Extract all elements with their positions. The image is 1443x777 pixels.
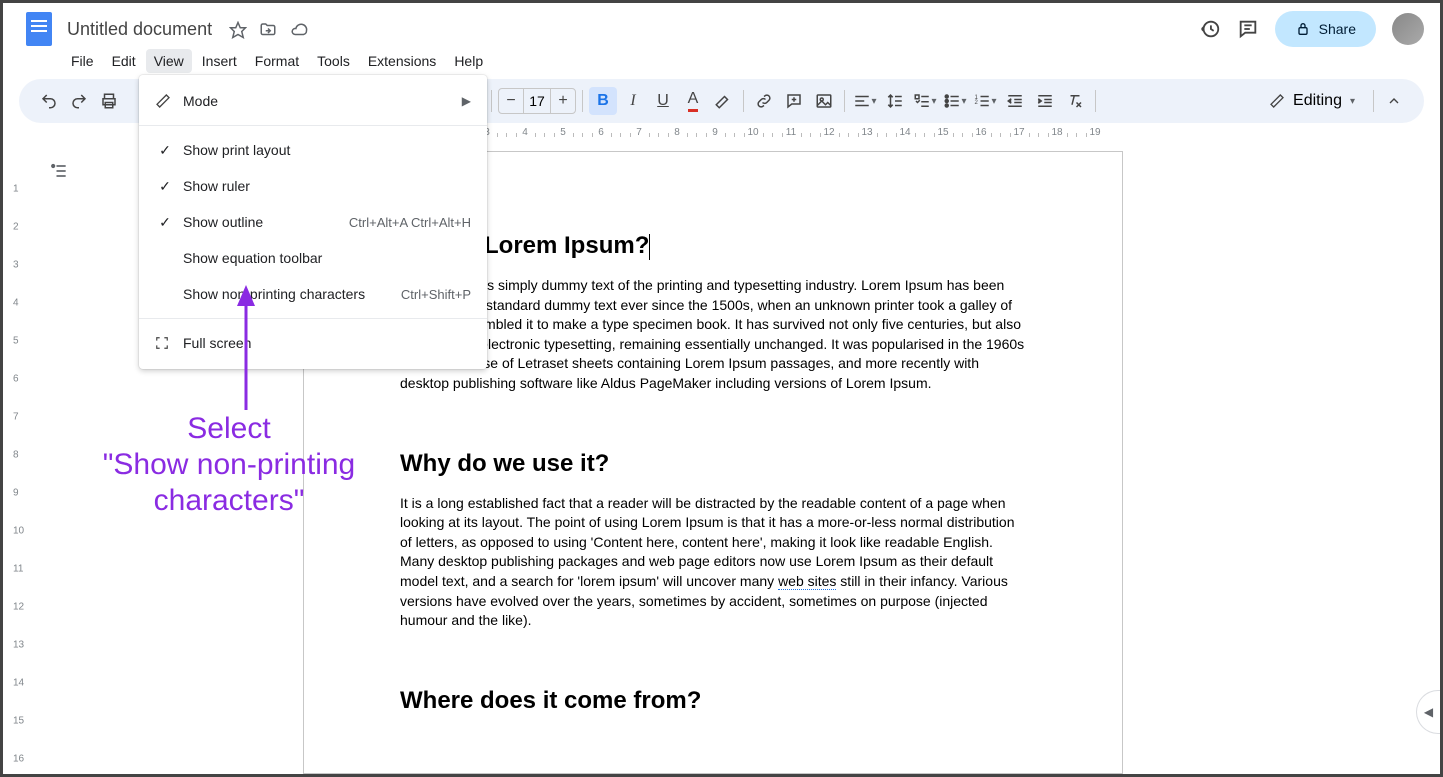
check-icon: ✓ (155, 178, 175, 195)
chevron-right-icon: ▶ (462, 94, 471, 108)
menu-insert[interactable]: Insert (194, 49, 245, 73)
menu-item-full-screen[interactable]: Full screen (139, 325, 487, 361)
menu-item-show-ruler[interactable]: ✓ Show ruler (139, 168, 487, 204)
menu-edit[interactable]: Edit (104, 49, 144, 73)
underline-button[interactable]: U (649, 87, 677, 115)
chevron-down-icon: ▾ (1350, 96, 1355, 107)
bulleted-list-button[interactable]: ▾ (941, 87, 969, 115)
docs-logo[interactable] (19, 9, 59, 49)
menu-item-show-non-printing-characters[interactable]: Show non-printing characters Ctrl+Shift+… (139, 276, 487, 312)
font-size-value[interactable]: 17 (523, 89, 551, 113)
insert-image-button[interactable] (810, 87, 838, 115)
menu-separator (139, 318, 487, 319)
side-panel-toggle[interactable]: ◀ (1416, 690, 1440, 734)
check-icon: ✓ (155, 214, 175, 231)
heading-why: Why do we use it? (400, 450, 1026, 478)
fullscreen-icon (155, 336, 175, 350)
heading-where: Where does it come from? (400, 687, 1026, 715)
menu-item-show-print-layout[interactable]: ✓ Show print layout (139, 132, 487, 168)
bold-button[interactable]: B (589, 87, 617, 115)
insert-link-button[interactable] (750, 87, 778, 115)
undo-button[interactable] (35, 87, 63, 115)
menu-item-show-outline[interactable]: ✓ Show outline Ctrl+Alt+A Ctrl+Alt+H (139, 204, 487, 240)
menu-item-show-equation-toolbar[interactable]: Show equation toolbar (139, 240, 487, 276)
vertical-ruler[interactable]: 12345678910111213141516 (13, 151, 29, 774)
paragraph-2: It is a long established fact that a rea… (400, 494, 1026, 631)
menu-file[interactable]: File (63, 49, 102, 73)
highlight-button[interactable] (709, 87, 737, 115)
line-spacing-button[interactable] (881, 87, 909, 115)
svg-text:2: 2 (975, 100, 979, 106)
redo-button[interactable] (65, 87, 93, 115)
view-menu-dropdown: Mode ▶ ✓ Show print layout ✓ Show ruler … (139, 75, 487, 369)
italic-button[interactable]: I (619, 87, 647, 115)
menu-separator (139, 125, 487, 126)
cloud-status-icon[interactable] (289, 21, 309, 39)
share-label: Share (1319, 21, 1356, 37)
font-size-decrease[interactable]: − (499, 89, 523, 113)
comments-icon[interactable] (1237, 18, 1259, 40)
check-icon: ✓ (155, 142, 175, 159)
menu-view[interactable]: View (146, 49, 192, 73)
menu-item-mode[interactable]: Mode ▶ (139, 83, 487, 119)
menu-tools[interactable]: Tools (309, 49, 358, 73)
account-avatar[interactable] (1392, 13, 1424, 45)
collapse-toolbar-button[interactable] (1380, 87, 1408, 115)
menu-format[interactable]: Format (247, 49, 307, 73)
font-size-increase[interactable]: + (551, 89, 575, 113)
document-title[interactable]: Untitled document (67, 19, 212, 39)
menu-help[interactable]: Help (446, 49, 491, 73)
link-web-sites[interactable]: web sites (778, 573, 836, 590)
star-icon[interactable] (229, 21, 247, 39)
history-icon[interactable] (1199, 18, 1221, 40)
menu-extensions[interactable]: Extensions (360, 49, 444, 73)
font-size-control: − 17 + (498, 88, 576, 114)
share-button[interactable]: Share (1275, 11, 1376, 47)
clear-formatting-button[interactable] (1061, 87, 1089, 115)
insert-comment-button[interactable] (780, 87, 808, 115)
editing-mode-label: Editing (1293, 92, 1342, 110)
print-button[interactable] (95, 87, 123, 115)
paragraph-1: is simply dummy text of the printing and… (400, 276, 1026, 394)
move-icon[interactable] (259, 21, 277, 39)
show-outline-button[interactable] (43, 155, 75, 187)
numbered-list-button[interactable]: 12▾ (971, 87, 999, 115)
increase-indent-button[interactable] (1031, 87, 1059, 115)
decrease-indent-button[interactable] (1001, 87, 1029, 115)
editing-mode-button[interactable]: Editing ▾ (1257, 88, 1367, 114)
heading-lorem: Lorem Ipsum? (400, 232, 1026, 260)
text-color-button[interactable]: A (679, 87, 707, 115)
align-button[interactable]: ▾ (851, 87, 879, 115)
checklist-button[interactable]: ▾ (911, 87, 939, 115)
